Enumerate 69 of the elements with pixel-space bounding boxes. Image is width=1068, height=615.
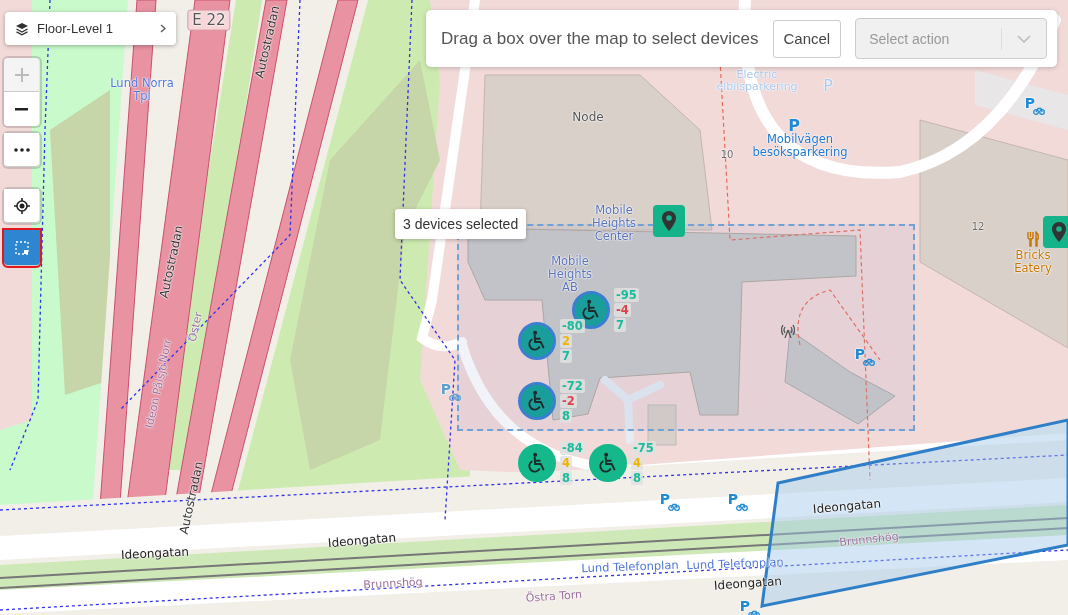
device-reading: 2: [560, 334, 572, 348]
device-reading: 8: [560, 409, 572, 423]
map-label: Bricks Eatery: [1013, 249, 1053, 275]
parking-sign: P: [854, 347, 866, 363]
device-reading: -80: [560, 319, 585, 333]
map-pin-icon: [662, 211, 676, 231]
map-label: Ideongatan: [327, 531, 397, 551]
parking-sign: P: [1024, 96, 1036, 112]
map-label: Norr: [157, 338, 175, 364]
device-reading: -4: [614, 303, 631, 317]
layers-icon: [15, 21, 29, 36]
zoom-out-button[interactable]: [4, 92, 39, 126]
device-reading: 8: [631, 471, 643, 485]
map-label: Ideongatan: [713, 574, 783, 594]
bicycle-icon: [1033, 107, 1045, 115]
parking-sign: P: [739, 599, 751, 615]
bicycle-icon: [668, 503, 680, 511]
parking-sign: P: [823, 77, 833, 95]
antenna-icon: [781, 324, 795, 338]
map-label: Mobilvägen besöksparkering: [751, 133, 849, 159]
chevron-down-icon: [1017, 34, 1031, 43]
device-reading: -75: [631, 441, 656, 455]
parking-sign: P: [659, 492, 671, 508]
minus-icon: [15, 107, 28, 111]
locate-icon: [13, 197, 30, 214]
map-label: Östra Torn: [525, 588, 583, 606]
device-reading: -2: [560, 394, 577, 408]
map-pin-icon: [1052, 222, 1066, 242]
map-label: Ideongatan: [120, 545, 190, 563]
device-reading: 7: [614, 318, 626, 332]
parking-sign: P: [440, 382, 452, 398]
map-label: Brunnshög: [838, 530, 900, 550]
location-pin-marker[interactable]: [653, 205, 685, 237]
map-label: Ideon Pålsjö: [143, 362, 171, 430]
map-label: 12: [971, 221, 985, 233]
map-label: Lund Telefonplan: [581, 558, 679, 576]
device-reading: 4: [560, 456, 572, 470]
more-button[interactable]: [4, 133, 39, 167]
locate-button[interactable]: [4, 189, 39, 223]
box-select-button[interactable]: [4, 230, 40, 266]
device-reading: -95: [614, 288, 639, 302]
fork-knife-icon: [1025, 231, 1041, 247]
device-reading: -72: [560, 379, 585, 393]
map-label: Electric elbilsparkering: [715, 68, 799, 94]
device-reading: 7: [560, 349, 572, 363]
bicycle-icon: [736, 503, 748, 511]
selection-tooltip: 3 devices selected: [395, 209, 527, 239]
device-reading: 8: [560, 471, 572, 485]
box-select-icon: [15, 240, 29, 255]
map-label: Brunnshög: [363, 576, 423, 592]
bicycle-icon: [449, 393, 461, 401]
plus-icon: [14, 67, 29, 82]
device-reading: 4: [631, 456, 643, 470]
parking-sign: P: [727, 492, 739, 508]
map-label: Öster: [186, 311, 206, 343]
floor-selector[interactable]: Floor-Level 1: [5, 12, 176, 45]
map-label: Mobile Heights AB: [547, 254, 593, 294]
instruction-text: Drag a box over the map to select devices: [441, 28, 759, 49]
map-label: Node: [572, 111, 604, 125]
map-label: Mobile Heights Center: [591, 203, 637, 243]
map-label: 10: [720, 149, 734, 161]
chevron-right-icon: [160, 24, 166, 33]
map-label: Ideongatan: [812, 497, 882, 517]
location-pin-marker[interactable]: [1043, 216, 1068, 248]
bicycle-icon: [863, 358, 875, 366]
device-reading: -84: [560, 441, 585, 455]
more-icon: [13, 147, 30, 152]
cancel-button[interactable]: Cancel: [772, 19, 842, 58]
road-shield: E 22: [187, 9, 231, 31]
